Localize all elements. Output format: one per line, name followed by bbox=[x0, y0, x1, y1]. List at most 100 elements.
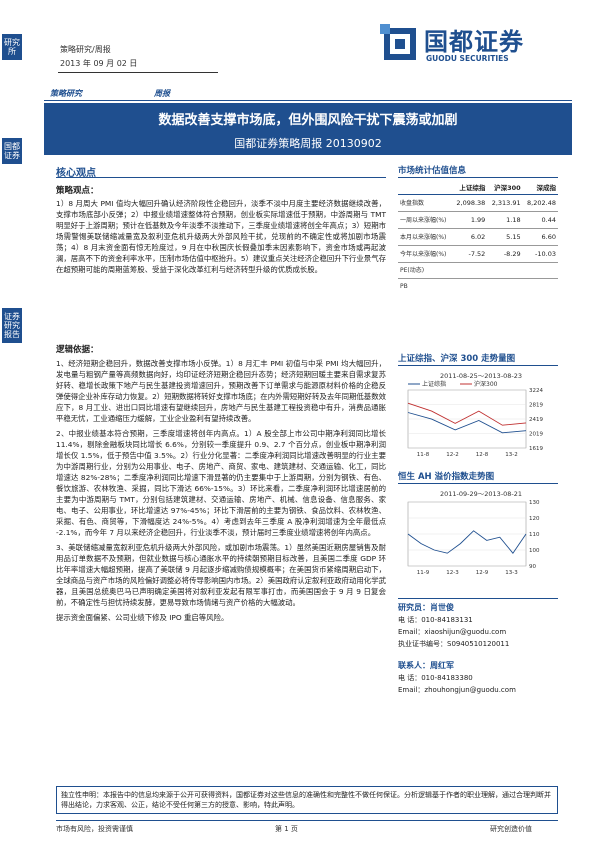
table-row: PE(动态) bbox=[398, 262, 558, 279]
table-row: 一周以来涨幅(%) 1.99 1.18 0.44 bbox=[398, 211, 558, 229]
stats-heading: 市场统计估值信息 bbox=[398, 166, 467, 176]
header-divider bbox=[58, 72, 218, 73]
side-band: 研究所 国都证券 证券研究报告 bbox=[0, 0, 44, 842]
row-label: 一周以来涨幅(%) bbox=[398, 211, 453, 229]
category-weekly: 周报 bbox=[154, 89, 170, 98]
analyst-block-2: 联系人：周红军 电 话：010-84183380 Email：zhouhongj… bbox=[398, 660, 516, 696]
strategy-view-label: 策略观点： bbox=[56, 186, 99, 196]
chart1-svg: 2011-08-25～2013-08-23 上证综指 沪深300 3224 281… bbox=[407, 372, 543, 458]
cell-value: 6.60 bbox=[522, 228, 558, 246]
cell-value: 2,313.91 bbox=[487, 194, 523, 212]
cell-value: 1.99 bbox=[452, 211, 488, 229]
chart2-y-tick-label: 130 bbox=[529, 500, 540, 506]
chart1-x-tick-label: 13-2 bbox=[505, 452, 517, 458]
stats-col-header: 深成指 bbox=[522, 180, 558, 195]
cell-value bbox=[522, 262, 558, 279]
table-row: 收盘指数 2,098.38 2,313.91 8,202.48 bbox=[398, 194, 558, 212]
strategy-view-paragraph: 1）8 月周大 PMI 值均大幅回升确认经济阶段性企稳回升，淡季不淡中月度主要经… bbox=[56, 199, 386, 274]
table-row: 今年以来涨幅(%) -7.52 -8.29 -10.03 bbox=[398, 245, 558, 263]
chart2-y-tick-label: 120 bbox=[529, 516, 540, 522]
cell-value: 1.18 bbox=[487, 211, 523, 229]
chart1-divider bbox=[398, 365, 558, 366]
analyst-1-name: 研究员：肖世俊 bbox=[398, 603, 454, 612]
cell-value bbox=[487, 279, 522, 295]
analyst-divider-top bbox=[398, 598, 558, 599]
footer-risk-note: 市场有风险，投资需谨慎 bbox=[56, 825, 133, 833]
side-tab-report: 证券研究报告 bbox=[2, 308, 22, 343]
chart1-series-line-0 bbox=[407, 412, 527, 434]
logic-paragraph-3: 3、美联储缩减量宽叙利亚危机升级两大外部风险，或加剧市场震荡。1）虽然美国近期房… bbox=[56, 543, 386, 607]
category-row: 策略研究 周报 bbox=[44, 88, 572, 101]
analyst-2-phone: 电 话：010-84183380 bbox=[398, 674, 473, 682]
chart1-container: 2011-08-25～2013-08-23 上证综指 沪深300 3224 281… bbox=[400, 370, 560, 462]
logic-paragraph-4: 提示资金面偏紧、公司业绩下修及 IPO 重启等风险。 bbox=[56, 613, 229, 622]
stats-header-row: 上证综指 沪深300 深成指 bbox=[398, 180, 558, 195]
chart2-y-tick-label: 100 bbox=[529, 548, 540, 554]
stats-divider bbox=[398, 177, 558, 178]
legend-label-hs300: 沪深300 bbox=[474, 380, 498, 388]
logo-text-cn: 国都证券 bbox=[424, 28, 524, 56]
logo-text-en: GUODU SECURITIES bbox=[426, 54, 509, 63]
logic-body: 1、经济短期企稳回升，数据改善支撑市场小反弹。1）8 月汇丰 PMI 初值与中采… bbox=[56, 358, 386, 627]
chart1-x-tick-label: 12-8 bbox=[476, 452, 489, 458]
cell-value: 0.44 bbox=[522, 211, 558, 229]
analyst-1-email[interactable]: Email：xiaoshijun@guodu.com bbox=[398, 626, 509, 638]
chart2-x-tick-label: 12-9 bbox=[476, 570, 489, 576]
cell-value bbox=[523, 279, 558, 295]
side-tab-label: 研究所 bbox=[4, 38, 20, 56]
analyst-block-1: 研究员：肖世俊 电 话：010-84183131 Email：xiaoshiju… bbox=[398, 602, 509, 650]
chart1-y-tick-label: 3224 bbox=[529, 388, 543, 394]
chart1-y-tick-label: 1619 bbox=[529, 446, 543, 452]
cell-value: -7.52 bbox=[452, 245, 488, 263]
cell-value: 5.15 bbox=[487, 228, 523, 246]
cell-value: -8.29 bbox=[487, 245, 523, 263]
table-row: PB bbox=[398, 279, 558, 295]
cell-value: 2,098.38 bbox=[452, 194, 488, 212]
footer-divider bbox=[56, 820, 558, 821]
stats-col-header: 上证综指 bbox=[452, 180, 488, 195]
logic-paragraph-2: 2、中报业绩基本符合预期，三季度增速将创年内高点。1）A 股全部上市公司中期净利… bbox=[56, 429, 386, 537]
side-tab-label: 证券研究报告 bbox=[4, 312, 20, 339]
analyst-2-email[interactable]: Email：zhouhongjun@guodu.com bbox=[398, 684, 516, 696]
company-logo: 国都证券 GUODU SECURITIES bbox=[380, 22, 560, 72]
logo-mark-icon bbox=[380, 24, 416, 60]
chart2-divider bbox=[398, 483, 558, 484]
row-label: PB bbox=[400, 283, 408, 290]
footer-slogan: 研究创造价值 bbox=[490, 825, 532, 833]
chart1-y-tick-label: 2019 bbox=[529, 432, 543, 438]
stats-table: 上证综指 沪深300 深成指 收盘指数 2,098.38 2,313.91 8,… bbox=[398, 180, 558, 294]
side-tab-research-institute: 研究所 bbox=[2, 34, 22, 60]
cell-value bbox=[452, 262, 488, 279]
analyst-1-cert: 执业证书编号：S0940510120011 bbox=[398, 640, 510, 648]
chart1-series-line-1 bbox=[407, 402, 527, 426]
chart2-date-range: 2011-09-29～2013-08-21 bbox=[440, 490, 522, 498]
logic-paragraph-1: 1、经济短期企稳回升，数据改善支撑市场小反弹。1）8 月汇丰 PMI 初值与中采… bbox=[56, 359, 386, 423]
strategy-view-text: 1）8 月周大 PMI 值均大幅回升确认经济阶段性企稳回升，淡季不淡中月度主要经… bbox=[56, 198, 386, 279]
report-type: 策略研究/周报 bbox=[60, 45, 111, 54]
row-label: 今年以来涨幅(%) bbox=[398, 245, 453, 263]
chart2-container: 2011-09-29～2013-08-21 130 120 110 100 90 11-… bbox=[400, 488, 560, 580]
independence-disclaimer: 独立性申明：本报告中的信息均来源于公开可获得资料，国都证券对这些信息的准确性和完… bbox=[56, 786, 558, 814]
cell-value bbox=[452, 279, 487, 295]
table-row: 本月以来涨幅(%) 6.02 5.15 6.60 bbox=[398, 228, 558, 246]
chart1-x-tick-label: 11-8 bbox=[417, 452, 430, 458]
chart2-heading: 恒生 AH 溢价指数走势图 bbox=[398, 472, 495, 482]
chart1-y-tick-label: 2819 bbox=[529, 403, 543, 409]
chart2-y-tick-label: 90 bbox=[529, 564, 536, 570]
report-date: 2013 年 09 月 02 日 bbox=[60, 59, 138, 68]
row-label: PE(动态) bbox=[398, 262, 453, 279]
row-label: 收盘指数 bbox=[398, 194, 453, 212]
cell-value: -10.03 bbox=[522, 245, 558, 263]
logic-label: 逻辑依据： bbox=[56, 345, 99, 355]
chart2-x-tick-label: 11-9 bbox=[417, 570, 430, 576]
stats-col-header: 沪深300 bbox=[487, 180, 523, 195]
page-subtitle: 国都证券策略周报 20130902 bbox=[234, 137, 382, 150]
core-view-divider bbox=[56, 177, 386, 178]
stats-col-header bbox=[398, 180, 453, 195]
chart2-svg: 2011-09-29～2013-08-21 130 120 110 100 90 11-… bbox=[407, 490, 540, 576]
chart1-x-tick-label: 12-2 bbox=[446, 452, 458, 458]
cell-value bbox=[487, 262, 523, 279]
chart1-heading: 上证综指、沪深 300 走势量图 bbox=[398, 354, 516, 364]
cell-value: 6.02 bbox=[452, 228, 488, 246]
side-tab-company: 国都证券 bbox=[2, 138, 22, 164]
